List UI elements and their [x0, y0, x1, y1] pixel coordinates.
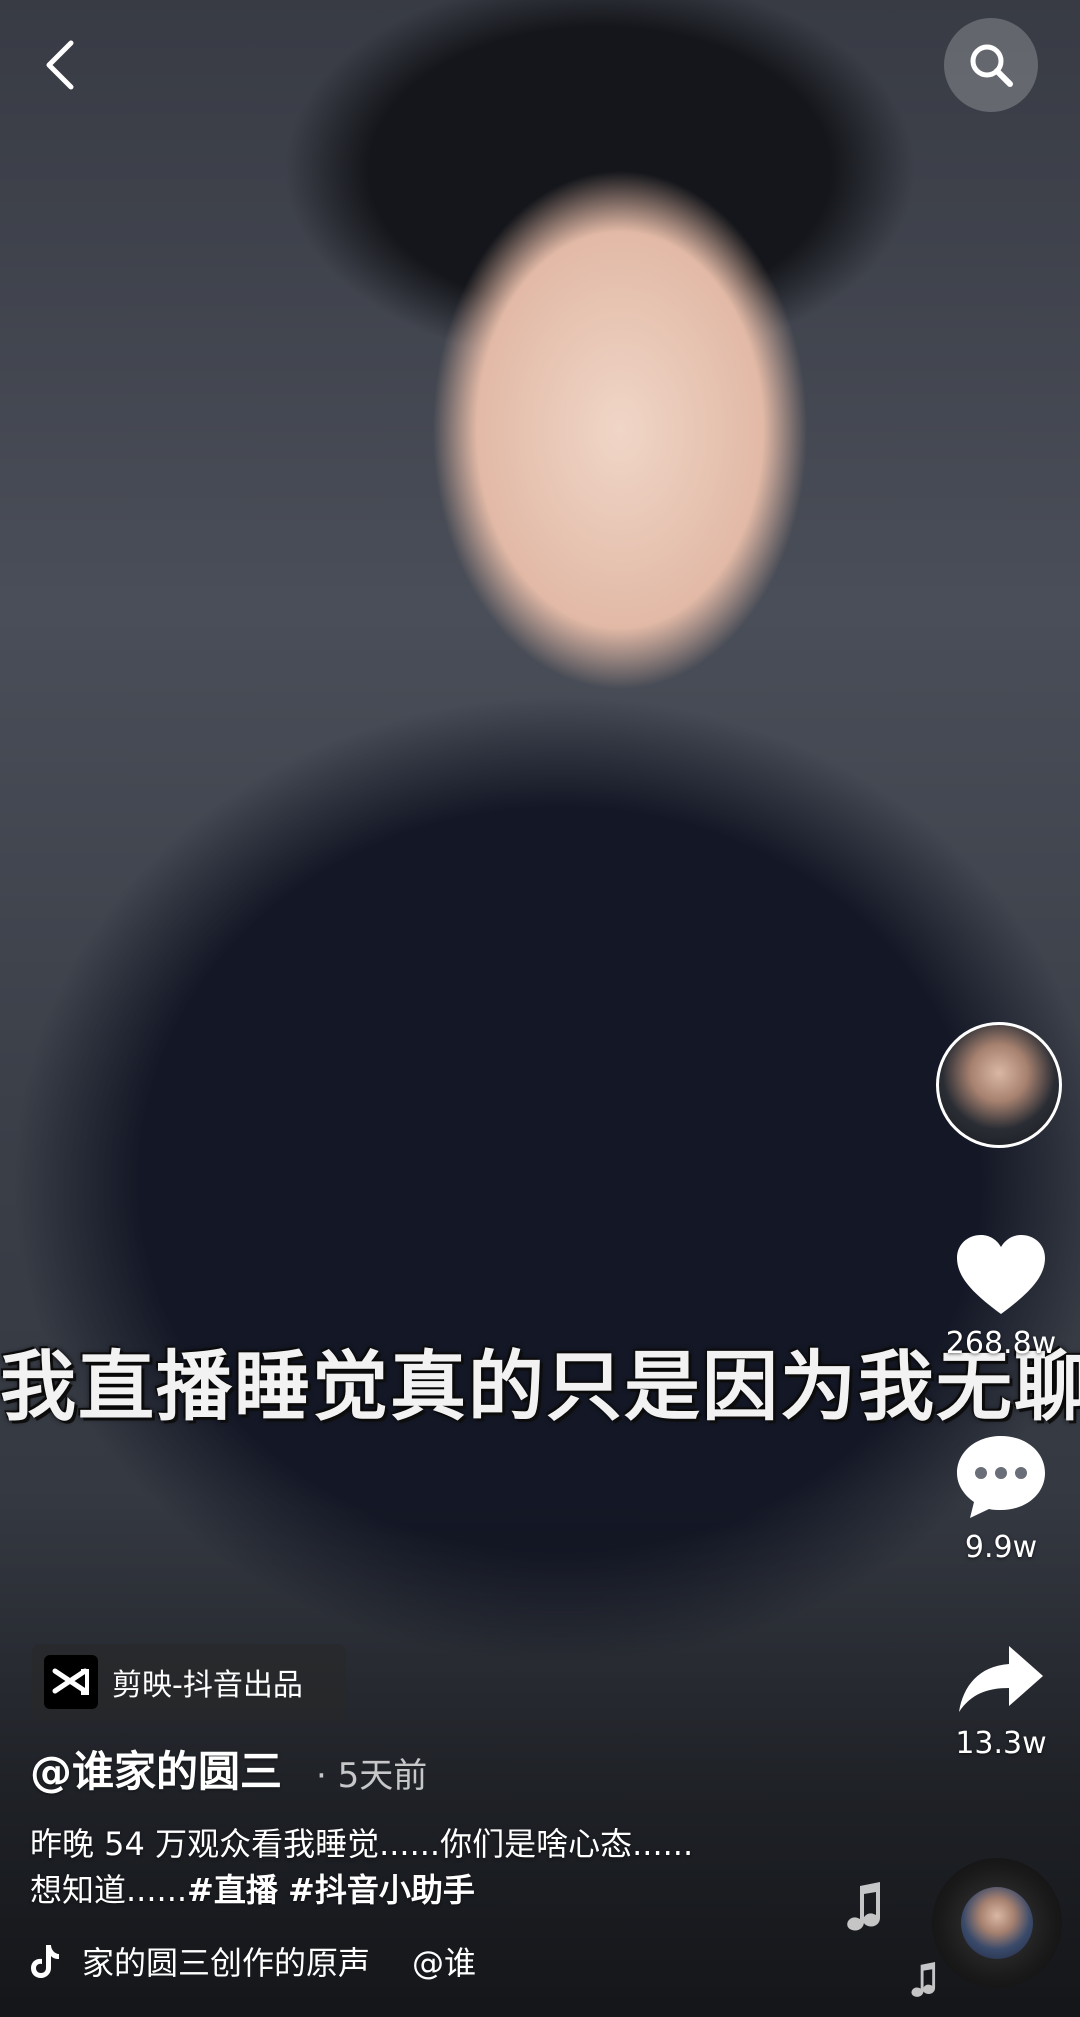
- video-subtitle: 我直播睡觉真的只是因为我无聊: [0, 1342, 1080, 1431]
- capcut-badge-label: 剪映-抖音出品: [112, 1668, 303, 1703]
- capcut-logo-icon: [44, 1655, 98, 1709]
- comment-count: 9.9w: [964, 1530, 1038, 1565]
- capcut-badge[interactable]: 剪映-抖音出品: [32, 1644, 346, 1720]
- like-count: 268.8w: [945, 1326, 1057, 1361]
- music-info[interactable]: 家的圆三创作的原声 @谁: [30, 1936, 570, 1986]
- author-avatar[interactable]: [936, 1022, 1062, 1148]
- post-description-text: 想知道......: [30, 1871, 188, 1909]
- share-button[interactable]: 13.3w: [936, 1642, 1066, 1762]
- post-description-line1: 昨晚 54 万观众看我睡觉......你们是啥心态......: [30, 1825, 694, 1863]
- share-count: 13.3w: [955, 1726, 1047, 1761]
- music-disc-cover: [961, 1887, 1033, 1959]
- search-icon: [970, 44, 1013, 87]
- back-button[interactable]: [30, 30, 90, 100]
- hashtag-douyin-helper[interactable]: #抖音小助手: [288, 1871, 475, 1909]
- comment-button[interactable]: 9.9w: [936, 1432, 1066, 1566]
- music-note-small-icon: [910, 1962, 940, 2002]
- search-button[interactable]: [944, 18, 1038, 112]
- author-name[interactable]: @谁家的圆三: [30, 1738, 282, 1799]
- like-button[interactable]: 268.8w: [936, 1232, 1066, 1362]
- music-disc[interactable]: [932, 1858, 1062, 1988]
- post-time-text: 5天前: [337, 1756, 428, 1796]
- comment-bubble-icon: [957, 1436, 1045, 1518]
- music-title: 家的圆三创作的原声: [82, 1944, 371, 1982]
- share-arrow-icon: [959, 1646, 1043, 1712]
- music-note-icon: [846, 1882, 886, 1936]
- tiktok-logo-icon: [30, 1941, 64, 1981]
- music-author: @谁: [412, 1944, 477, 1982]
- heart-icon: [957, 1235, 1045, 1314]
- hashtag-live[interactable]: #直播: [187, 1871, 278, 1909]
- back-arrow-icon: [46, 40, 74, 90]
- post-description-line2: 想知道......#直播 #抖音小助手: [30, 1868, 830, 1912]
- post-time: · 5天前: [316, 1756, 428, 1796]
